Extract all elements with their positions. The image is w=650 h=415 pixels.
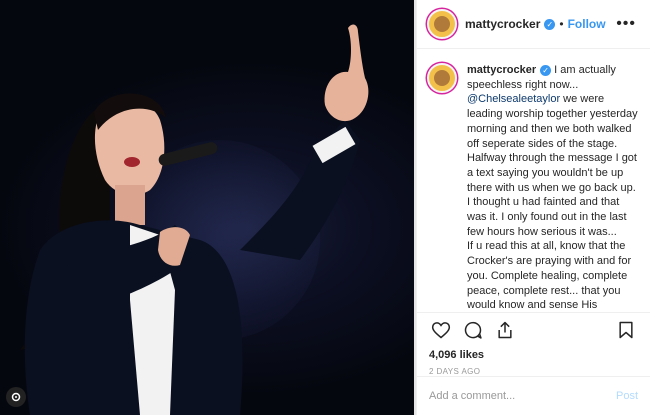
avatar[interactable] (427, 9, 457, 39)
more-options-icon[interactable]: ••• (616, 15, 636, 33)
caption-mention[interactable]: @Chelsealeetaylor (467, 93, 560, 105)
separator-dot: • (559, 17, 564, 31)
share-icon[interactable] (493, 318, 517, 342)
photo-edge (414, 0, 416, 415)
likes-count[interactable]: 4,096 likes (417, 347, 650, 361)
comment-icon[interactable] (461, 318, 485, 342)
caption-avatar[interactable] (427, 63, 457, 93)
verified-icon: ✓ (544, 18, 556, 30)
caption-text-end: If u read this at all, know that the Cro… (467, 240, 632, 312)
caption-text-middle: we were leading worship together yesterd… (467, 93, 638, 238)
caption-area: mattycrocker ✓ I am actually speechless r… (417, 49, 650, 312)
post-comment-button[interactable]: Post (616, 390, 638, 402)
instagram-post-modal: mattycrocker ✓ • Follow ••• mattycrocker… (0, 0, 650, 415)
header-username[interactable]: mattycrocker (465, 17, 540, 31)
comment-input[interactable]: Add a comment... (429, 390, 616, 402)
singer-figure (20, 24, 369, 415)
verified-icon: ✓ (540, 64, 552, 76)
heart-icon[interactable] (429, 318, 453, 342)
add-comment-bar: Add a comment... Post (417, 376, 650, 415)
follow-button[interactable]: Follow (568, 17, 606, 31)
caption-username[interactable]: mattycrocker (467, 64, 536, 76)
bookmark-icon[interactable] (614, 318, 638, 342)
post-photo[interactable] (0, 0, 416, 415)
post-header: mattycrocker ✓ • Follow ••• (417, 0, 650, 49)
post-sidebar: mattycrocker ✓ • Follow ••• mattycrocker… (416, 0, 650, 415)
post-timestamp: 2 DAYS AGO (429, 367, 481, 376)
caption-text: mattycrocker ✓ I am actually speechless r… (467, 63, 638, 312)
multi-photo-icon[interactable] (6, 387, 26, 407)
action-bar (417, 312, 650, 347)
